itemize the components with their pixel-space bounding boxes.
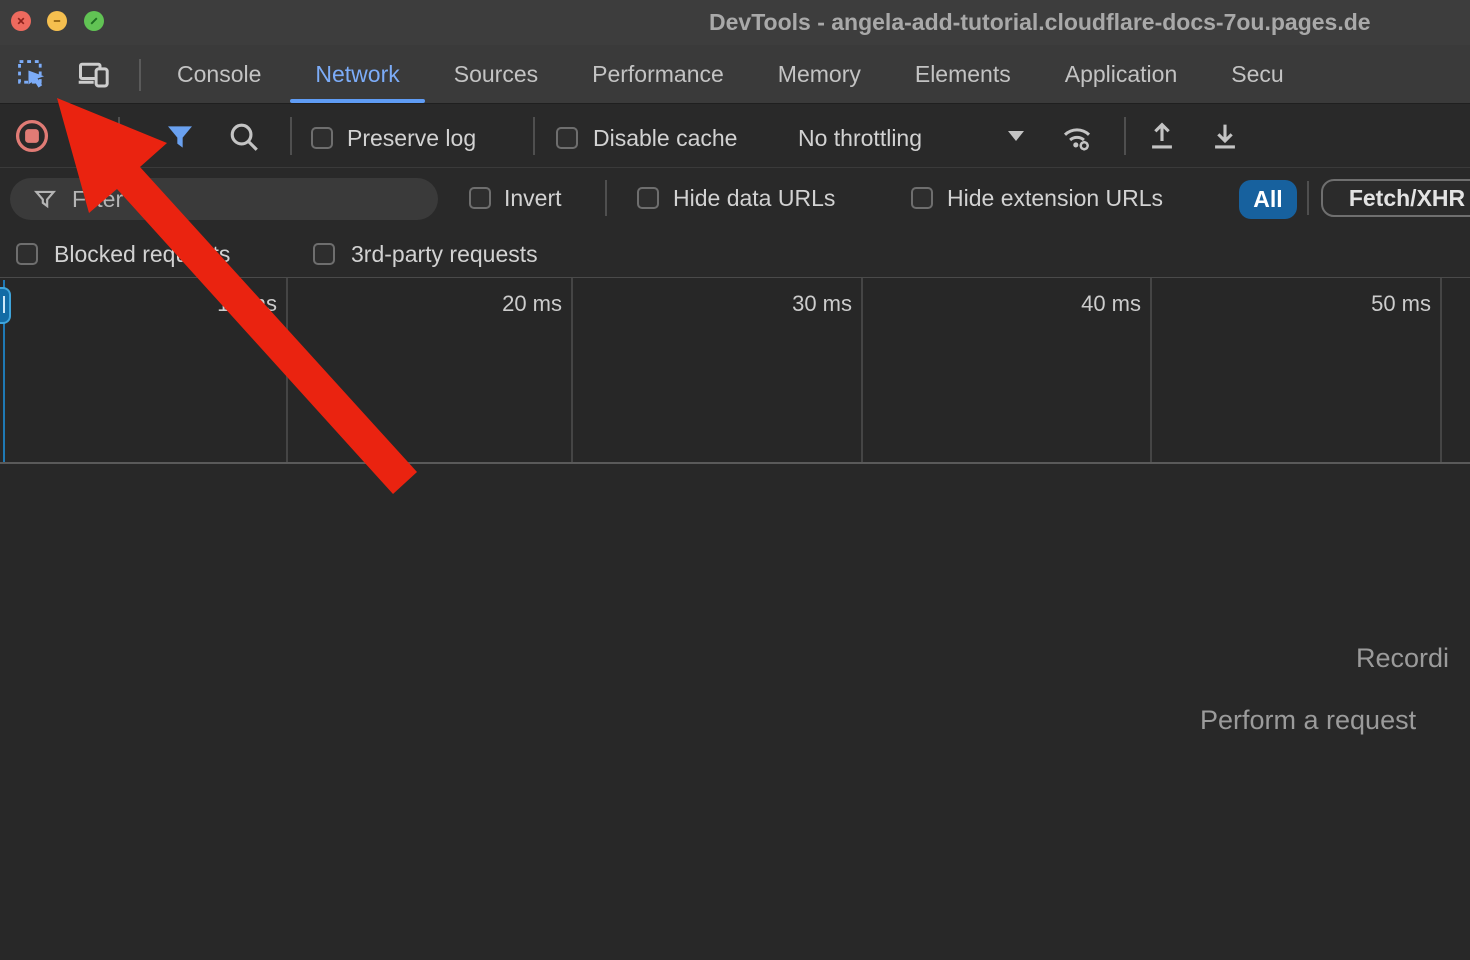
timeline-tick-label: 20 ms bbox=[452, 291, 562, 317]
network-filter-bar: Invert Hide data URLs Hide extension URL… bbox=[0, 168, 1470, 228]
toolbar-separator bbox=[290, 117, 292, 155]
import-har-button[interactable] bbox=[1144, 118, 1180, 154]
preserve-log-label[interactable]: Preserve log bbox=[347, 125, 476, 152]
inspect-element-button[interactable] bbox=[12, 54, 52, 94]
empty-state-recording-text: Recordi bbox=[1356, 643, 1449, 674]
toolbar-separator bbox=[118, 117, 120, 155]
hide-extension-urls-label[interactable]: Hide extension URLs bbox=[947, 185, 1163, 212]
third-party-requests-label[interactable]: 3rd-party requests bbox=[351, 241, 538, 268]
record-network-log-button[interactable] bbox=[14, 118, 50, 154]
search-button[interactable] bbox=[226, 119, 262, 155]
tabbar-separator bbox=[139, 59, 141, 91]
tab-security[interactable]: Secu bbox=[1204, 45, 1310, 103]
timeline-divider bbox=[1440, 278, 1442, 462]
timeline-tick-label: 40 ms bbox=[1031, 291, 1141, 317]
preserve-log-checkbox[interactable] bbox=[311, 127, 333, 149]
hide-data-urls-checkbox[interactable] bbox=[637, 187, 659, 209]
tab-elements[interactable]: Elements bbox=[888, 45, 1038, 103]
zoom-disabled-icon bbox=[88, 15, 100, 27]
minimize-icon bbox=[51, 15, 63, 27]
tab-console[interactable]: Console bbox=[150, 45, 288, 103]
device-toolbar-icon bbox=[76, 56, 112, 92]
request-type-all-button[interactable]: All bbox=[1239, 180, 1297, 219]
filter-input-container bbox=[10, 178, 438, 220]
blocked-requests-checkbox[interactable] bbox=[16, 243, 38, 265]
filter-funnel-icon bbox=[164, 121, 196, 153]
timeline-tick-label: 30 ms bbox=[742, 291, 852, 317]
toolbar-separator bbox=[1124, 117, 1126, 155]
minimize-window-button[interactable] bbox=[47, 11, 67, 31]
network-conditions-wifi-gear-icon bbox=[1057, 119, 1097, 155]
hide-data-urls-label[interactable]: Hide data URLs bbox=[673, 185, 835, 212]
filter-separator bbox=[1307, 181, 1309, 215]
filter-separator bbox=[605, 180, 607, 216]
toggle-device-toolbar-button[interactable] bbox=[74, 54, 114, 94]
panel-tabs: Console Network Sources Performance Memo… bbox=[150, 45, 1311, 103]
third-party-requests-checkbox[interactable] bbox=[313, 243, 335, 265]
search-icon bbox=[227, 120, 261, 154]
network-overview-timeline[interactable]: 10 ms 20 ms 30 ms 40 ms 50 ms bbox=[0, 278, 1470, 464]
invert-label[interactable]: Invert bbox=[504, 185, 562, 212]
window-title: DevTools - angela-add-tutorial.cloudflar… bbox=[709, 9, 1371, 36]
invert-checkbox[interactable] bbox=[469, 187, 491, 209]
tab-application[interactable]: Application bbox=[1038, 45, 1205, 103]
timeline-divider bbox=[286, 278, 288, 462]
timeline-left-drag-handle[interactable] bbox=[0, 287, 11, 324]
hide-extension-urls-checkbox[interactable] bbox=[911, 187, 933, 209]
zoom-window-button[interactable] bbox=[84, 11, 104, 31]
import-har-upload-icon bbox=[1145, 119, 1179, 153]
request-type-fetch-xhr-button[interactable]: Fetch/XHR bbox=[1321, 179, 1470, 217]
blocked-requests-label[interactable]: Blocked requests bbox=[54, 241, 230, 268]
throttling-select[interactable]: No throttling bbox=[798, 125, 922, 152]
filter-toggle-button[interactable] bbox=[163, 120, 197, 154]
timeline-divider bbox=[861, 278, 863, 462]
empty-state-hint-text: Perform a request bbox=[1200, 705, 1416, 736]
export-har-download-icon bbox=[1208, 119, 1242, 153]
tab-performance[interactable]: Performance bbox=[565, 45, 751, 103]
tab-sources[interactable]: Sources bbox=[427, 45, 565, 103]
close-window-button[interactable] bbox=[11, 11, 31, 31]
network-toolbar: Preserve log Disable cache No throttling bbox=[0, 104, 1470, 168]
tab-network[interactable]: Network bbox=[288, 45, 426, 103]
timeline-divider bbox=[571, 278, 573, 462]
dropdown-caret-icon[interactable] bbox=[1008, 131, 1024, 141]
export-har-button[interactable] bbox=[1207, 118, 1243, 154]
clear-network-log-button[interactable] bbox=[77, 118, 113, 154]
network-requests-panel: Recordi Perform a request bbox=[0, 464, 1470, 960]
window-titlebar: DevTools - angela-add-tutorial.cloudflar… bbox=[0, 0, 1470, 45]
clear-network-log-icon bbox=[78, 119, 112, 153]
toolbar-separator bbox=[533, 117, 535, 155]
timeline-divider bbox=[1150, 278, 1152, 462]
network-conditions-button[interactable] bbox=[1056, 118, 1098, 156]
filter-funnel-outline-icon bbox=[32, 186, 58, 212]
disable-cache-checkbox[interactable] bbox=[556, 127, 578, 149]
disable-cache-label[interactable]: Disable cache bbox=[593, 125, 737, 152]
request-type-row: Blocked requests 3rd-party requests bbox=[0, 228, 1470, 278]
record-stop-icon bbox=[14, 118, 50, 154]
tab-memory[interactable]: Memory bbox=[751, 45, 888, 103]
close-icon bbox=[15, 15, 27, 27]
inspect-cursor-icon bbox=[15, 57, 49, 91]
timeline-tick-label: 50 ms bbox=[1321, 291, 1431, 317]
timeline-tick-label: 10 ms bbox=[167, 291, 277, 317]
devtools-tab-bar: Console Network Sources Performance Memo… bbox=[0, 45, 1470, 104]
filter-input[interactable] bbox=[70, 185, 414, 214]
